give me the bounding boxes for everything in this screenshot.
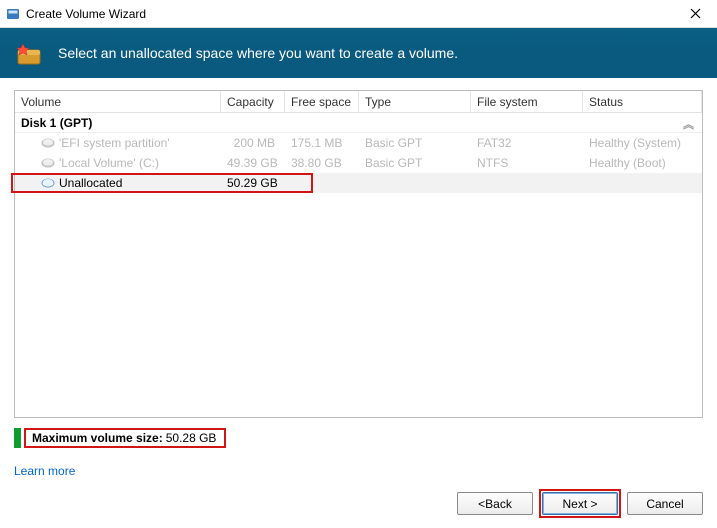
volume-grid: Volume Capacity Free space Type File sys…: [14, 90, 703, 418]
capacity-value: 49.39 GB: [221, 156, 285, 170]
drive-icon: [41, 157, 55, 169]
col-header-filesystem[interactable]: File system: [471, 91, 583, 112]
max-size-label: Maximum volume size:: [32, 431, 163, 445]
col-header-volume[interactable]: Volume: [15, 91, 221, 112]
banner-text: Select an unallocated space where you wa…: [58, 45, 458, 61]
fs-value: NTFS: [471, 156, 583, 170]
grid-header-row: Volume Capacity Free space Type File sys…: [15, 91, 702, 113]
col-header-status[interactable]: Status: [583, 91, 702, 112]
volume-name: 'EFI system partition': [59, 136, 170, 150]
unallocated-icon: [41, 177, 55, 189]
window-title: Create Volume Wizard: [26, 7, 146, 21]
table-row[interactable]: 'EFI system partition' 200 MB 175.1 MB B…: [15, 133, 702, 153]
col-header-type[interactable]: Type: [359, 91, 471, 112]
wizard-icon: [14, 38, 44, 68]
capacity-value: 50.29 GB: [221, 176, 285, 190]
fs-value: FAT32: [471, 136, 583, 150]
learn-more-link[interactable]: Learn more: [14, 464, 75, 478]
type-value: Basic GPT: [359, 136, 471, 150]
volume-name: Unallocated: [59, 176, 122, 190]
content-area: Volume Capacity Free space Type File sys…: [0, 78, 717, 478]
back-button[interactable]: < Back: [457, 492, 533, 515]
app-icon: [6, 7, 20, 21]
wizard-footer: < Back Next > Cancel: [457, 489, 703, 518]
disk-label: Disk 1 (GPT): [21, 116, 92, 130]
annotation-highlight: Next >: [539, 489, 621, 518]
disk-group-header[interactable]: Disk 1 (GPT) ︽: [15, 113, 702, 133]
capacity-value: 200 MB: [221, 136, 285, 150]
status-value: Healthy (System): [583, 136, 702, 150]
drive-icon: [41, 137, 55, 149]
status-value: Healthy (Boot): [583, 156, 702, 170]
free-value: 175.1 MB: [285, 136, 359, 150]
titlebar: Create Volume Wizard: [0, 0, 717, 28]
free-value: 38.80 GB: [285, 156, 359, 170]
next-button[interactable]: Next >: [542, 492, 618, 515]
max-size-value: 50.28 GB: [166, 431, 217, 445]
col-header-capacity[interactable]: Capacity: [221, 91, 285, 112]
wizard-banner: Select an unallocated space where you wa…: [0, 28, 717, 78]
table-row[interactable]: 'Local Volume' (C:) 49.39 GB 38.80 GB Ba…: [15, 153, 702, 173]
max-volume-size: Maximum volume size: 50.28 GB: [14, 428, 703, 448]
col-header-free[interactable]: Free space: [285, 91, 359, 112]
close-icon: [690, 8, 701, 19]
type-value: Basic GPT: [359, 156, 471, 170]
close-button[interactable]: [673, 0, 717, 28]
collapse-chevron-icon: ︽: [683, 116, 694, 132]
cancel-button[interactable]: Cancel: [627, 492, 703, 515]
volume-name: 'Local Volume' (C:): [59, 156, 159, 170]
table-row[interactable]: Unallocated 50.29 GB: [15, 173, 702, 193]
size-indicator-bar: [14, 428, 21, 448]
annotation-highlight: Maximum volume size: 50.28 GB: [24, 428, 226, 448]
